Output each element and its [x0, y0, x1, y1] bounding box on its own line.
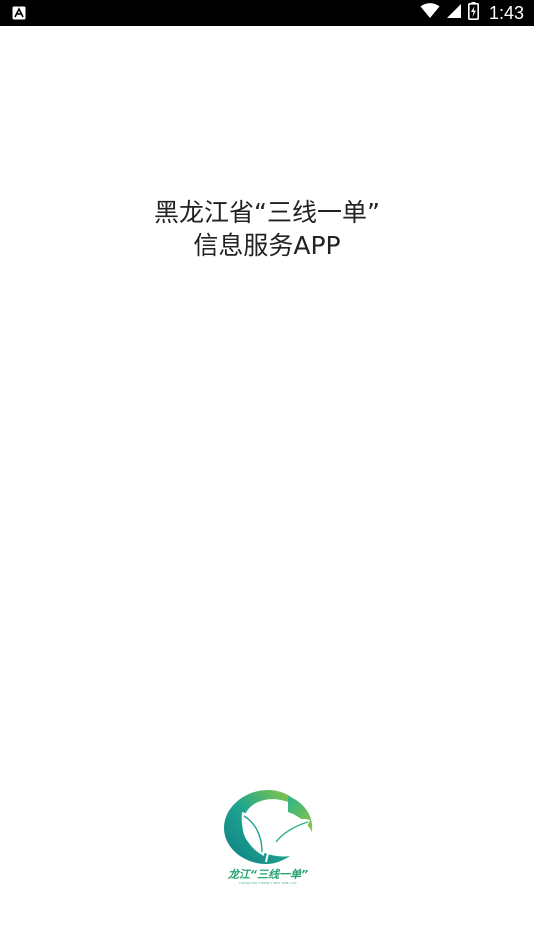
app-title-line-1: 黑龙江省“三线一单” [154, 198, 380, 227]
sprout-logo-icon [224, 790, 313, 864]
status-bar: 1:43 [0, 0, 534, 26]
logo-subtext: LONGJIANG THREE LINES ONE LIST [238, 881, 298, 885]
notification-a-icon [12, 5, 26, 20]
cell-signal-icon [446, 3, 462, 23]
splash-screen: 1:43 黑龙江省“三线一单” 信息服务APP 龙江“三线一单” LONGJIA… [0, 0, 534, 950]
app-title-line-2: 信息服务APP [193, 231, 341, 260]
wifi-icon [420, 3, 440, 23]
status-icons: 1:43 [420, 0, 524, 26]
battery-charging-icon [467, 2, 479, 24]
app-logo: 龙江“三线一单” LONGJIANG THREE LINES ONE LIST [218, 786, 318, 890]
app-title: 黑龙江省“三线一单” 信息服务APP [0, 196, 534, 262]
status-clock: 1:43 [488, 3, 524, 23]
logo-text: 龙江“三线一单” [227, 868, 309, 881]
